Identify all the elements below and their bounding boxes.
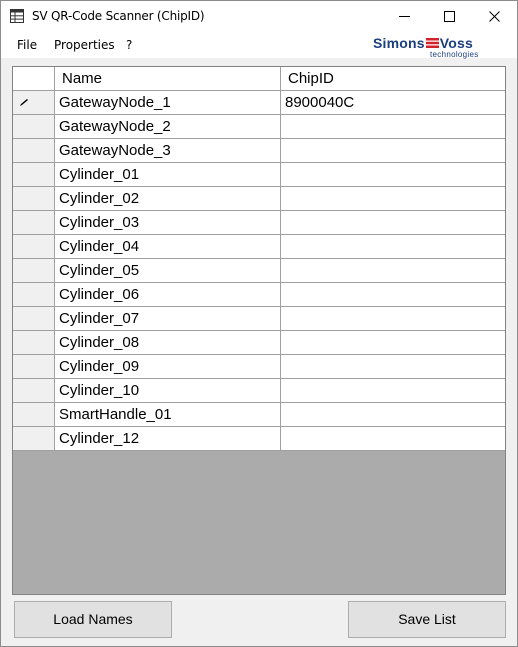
row-header[interactable] [13, 187, 55, 211]
cell-chipid[interactable] [281, 259, 505, 283]
minimize-button[interactable] [381, 1, 427, 32]
pencil-icon [20, 99, 28, 106]
row-header[interactable] [13, 427, 55, 451]
cell-name[interactable]: Cylinder_10 [55, 379, 281, 403]
app-window: SV QR-Code Scanner (ChipID) File Propert… [0, 0, 518, 647]
cell-chipid[interactable] [281, 331, 505, 355]
cell-chipid[interactable] [281, 187, 505, 211]
row-header[interactable] [13, 259, 55, 283]
table-row[interactable]: Cylinder_10 [13, 379, 505, 403]
simonsvoss-logo: Simons Voss technologies [373, 32, 508, 59]
table-row[interactable]: GatewayNode_3 [13, 139, 505, 163]
cell-chipid[interactable]: 8900040C [281, 91, 505, 115]
menu-bar: File Properties ? Simons Voss technologie… [1, 32, 517, 59]
cell-name[interactable]: Cylinder_12 [55, 427, 281, 451]
cell-chipid[interactable] [281, 283, 505, 307]
cell-name[interactable]: Cylinder_05 [55, 259, 281, 283]
logo-brand-left: Simons [373, 35, 425, 51]
menu-properties[interactable]: Properties [54, 38, 115, 52]
logo-brand-right: Voss [439, 35, 473, 51]
table-row[interactable]: Cylinder_02 [13, 187, 505, 211]
cell-chipid[interactable] [281, 235, 505, 259]
table-row[interactable]: Cylinder_12 [13, 427, 505, 451]
row-header[interactable] [13, 283, 55, 307]
cell-name[interactable]: GatewayNode_3 [55, 139, 281, 163]
app-grid-icon [10, 9, 24, 23]
cell-chipid[interactable] [281, 355, 505, 379]
save-list-button[interactable]: Save List [348, 601, 506, 638]
cell-chipid[interactable] [281, 139, 505, 163]
row-header[interactable] [13, 355, 55, 379]
row-header[interactable] [13, 139, 55, 163]
row-header[interactable] [13, 163, 55, 187]
table-row[interactable]: SmartHandle_01 [13, 403, 505, 427]
close-button[interactable] [471, 1, 517, 32]
cell-chipid[interactable] [281, 403, 505, 427]
cell-chipid[interactable] [281, 379, 505, 403]
table-row[interactable]: Cylinder_04 [13, 235, 505, 259]
close-icon [488, 11, 500, 22]
table-row[interactable]: GatewayNode_2 [13, 115, 505, 139]
column-header-name[interactable]: Name [55, 67, 281, 91]
logo-wordmark: Simons Voss [373, 35, 473, 51]
cell-chipid[interactable] [281, 115, 505, 139]
cell-name[interactable]: Cylinder_03 [55, 211, 281, 235]
column-header-chipid[interactable]: ChipID [281, 67, 505, 91]
cell-name[interactable]: SmartHandle_01 [55, 403, 281, 427]
cell-name[interactable]: Cylinder_09 [55, 355, 281, 379]
table-row[interactable]: Cylinder_07 [13, 307, 505, 331]
table-row[interactable]: Cylinder_05 [13, 259, 505, 283]
table-row[interactable]: Cylinder_08 [13, 331, 505, 355]
logo-tagline: technologies [430, 50, 479, 59]
cell-name[interactable]: GatewayNode_1 [55, 91, 281, 115]
grid-rows: GatewayNode_1 8900040C GatewayNode_2 Gatewa… [13, 91, 505, 451]
table-row[interactable]: Cylinder_06 [13, 283, 505, 307]
window-title: SV QR-Code Scanner (ChipID) [32, 9, 205, 23]
row-header[interactable] [13, 211, 55, 235]
menu-help[interactable]: ? [126, 38, 132, 52]
row-header[interactable] [13, 403, 55, 427]
maximize-icon [443, 11, 455, 22]
logo-bars-icon [425, 38, 439, 48]
cell-chipid[interactable] [281, 427, 505, 451]
row-header[interactable] [13, 115, 55, 139]
row-header[interactable] [13, 331, 55, 355]
cell-name[interactable]: Cylinder_08 [55, 331, 281, 355]
grid-corner-header[interactable] [13, 67, 55, 91]
maximize-button[interactable] [426, 1, 472, 32]
cell-name[interactable]: Cylinder_04 [55, 235, 281, 259]
cell-chipid[interactable] [281, 307, 505, 331]
row-header[interactable] [13, 235, 55, 259]
data-grid[interactable]: Name ChipID GatewayNode_1 8900040C Gateway… [12, 66, 506, 595]
table-row[interactable]: GatewayNode_1 8900040C [13, 91, 505, 115]
title-bar[interactable]: SV QR-Code Scanner (ChipID) [1, 1, 517, 32]
menu-file[interactable]: File [17, 38, 37, 52]
minimize-icon [398, 16, 410, 17]
cell-name[interactable]: Cylinder_06 [55, 283, 281, 307]
row-header[interactable] [13, 307, 55, 331]
cell-name[interactable]: Cylinder_07 [55, 307, 281, 331]
cell-name[interactable]: GatewayNode_2 [55, 115, 281, 139]
table-row[interactable]: Cylinder_03 [13, 211, 505, 235]
cell-name[interactable]: Cylinder_02 [55, 187, 281, 211]
cell-chipid[interactable] [281, 163, 505, 187]
load-names-button[interactable]: Load Names [14, 601, 172, 638]
cell-name[interactable]: Cylinder_01 [55, 163, 281, 187]
row-header[interactable] [13, 91, 55, 115]
row-header[interactable] [13, 379, 55, 403]
table-row[interactable]: Cylinder_01 [13, 163, 505, 187]
grid-header: Name ChipID [13, 67, 505, 91]
cell-chipid[interactable] [281, 211, 505, 235]
table-row[interactable]: Cylinder_09 [13, 355, 505, 379]
